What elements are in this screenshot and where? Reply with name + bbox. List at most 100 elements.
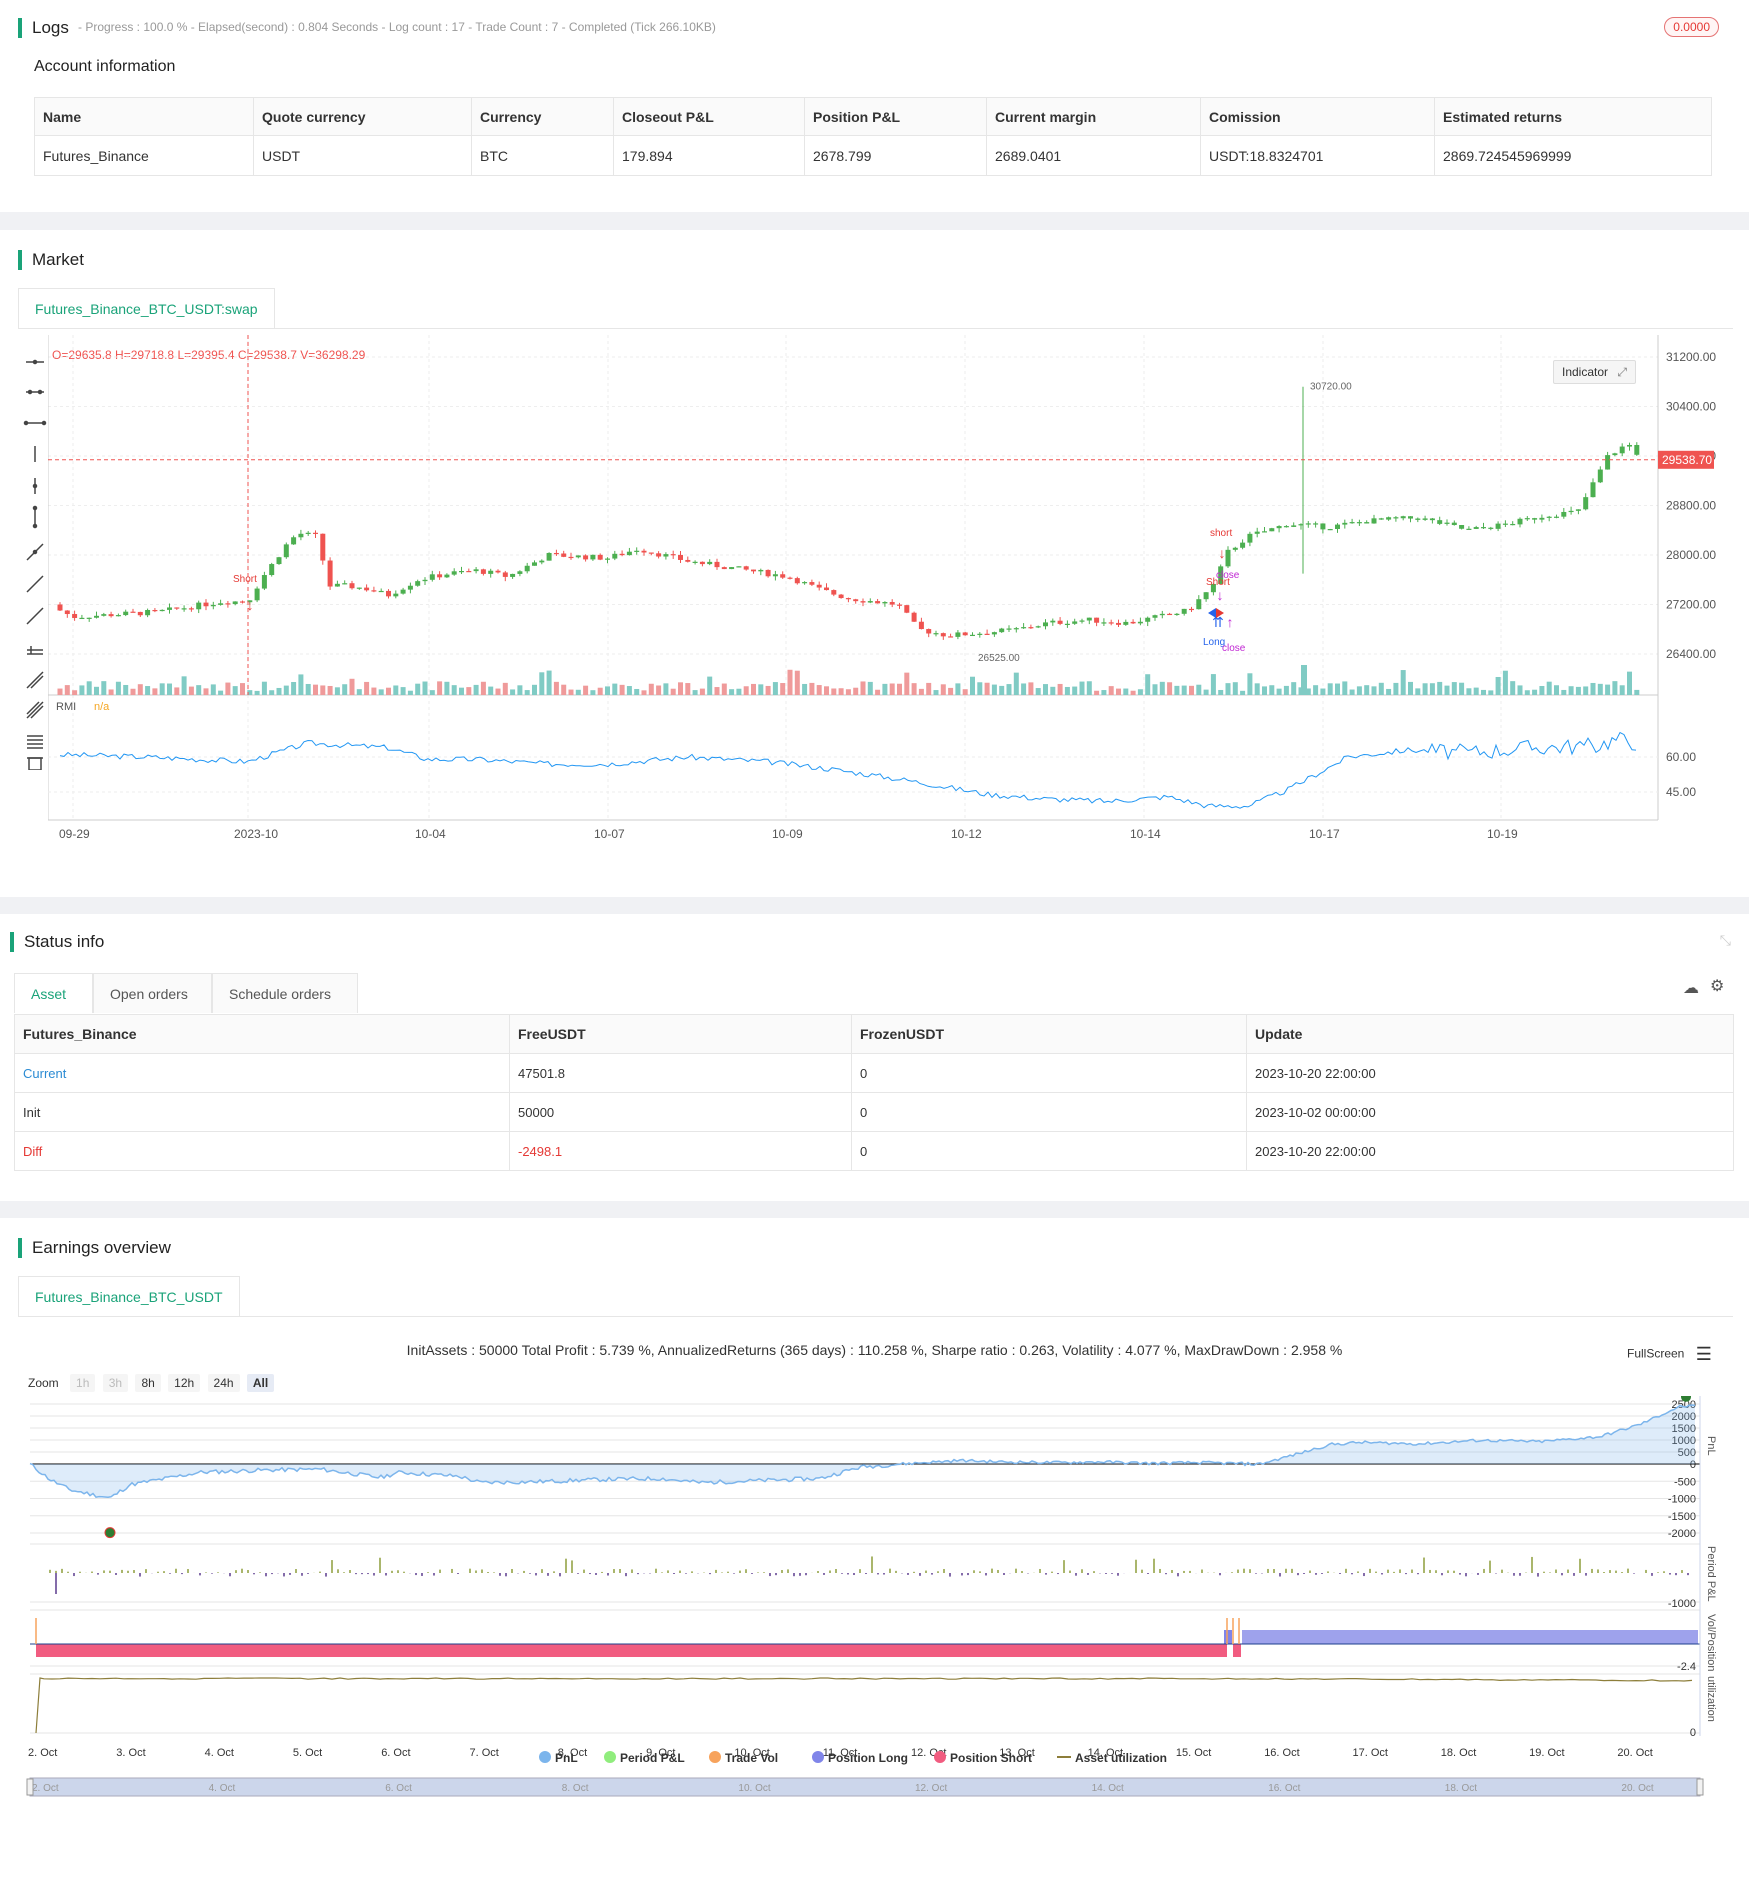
fullscreen-button[interactable]: FullScreen ☰ — [1627, 1344, 1712, 1365]
volume-bar — [904, 672, 910, 695]
candle-body — [626, 551, 632, 556]
volume-bar — [123, 684, 129, 695]
asset-cell: 2023-10-20 22:00:00 — [1246, 1131, 1734, 1171]
volume-bar — [1210, 674, 1216, 695]
navigator-label: 4. Oct — [209, 1783, 236, 1794]
volume-bar — [991, 684, 997, 695]
volume-bar — [269, 690, 275, 695]
volume-bar — [1590, 682, 1596, 695]
zoom-all-button[interactable]: All — [246, 1374, 275, 1392]
volume-bar — [553, 681, 559, 695]
volume-bar — [1086, 681, 1092, 695]
volume-bar — [276, 687, 282, 695]
candle-body — [802, 582, 808, 584]
volume-bar — [364, 681, 370, 695]
candle-body — [72, 614, 78, 618]
gear-icon[interactable]: ⚙ — [1710, 976, 1724, 996]
candle-body — [137, 611, 143, 616]
rmi-value: n/a — [94, 701, 110, 713]
candle-body — [218, 603, 224, 605]
signal-short-label: Short — [233, 574, 257, 585]
asset-cell: 0 — [851, 1053, 1247, 1093]
volume-bar — [1546, 681, 1552, 695]
volume-bar — [203, 688, 209, 695]
zoom-8h-button[interactable]: 8h — [135, 1374, 161, 1392]
volume-bar — [765, 685, 771, 695]
candle-body — [1568, 510, 1574, 513]
candle-body — [729, 567, 735, 570]
vol-tick-label: -2.4 — [1677, 1661, 1696, 1673]
time-tick-label: 7. Oct — [470, 1747, 499, 1759]
volume-bar — [225, 682, 231, 695]
drawing-tools-icons[interactable] — [22, 350, 48, 771]
volume-bar — [1561, 689, 1567, 695]
volume-bar — [583, 685, 589, 695]
candle-body — [911, 612, 917, 622]
menu-icon[interactable]: ☰ — [1696, 1344, 1712, 1364]
tab-earnings-symbol[interactable]: Futures_Binance_BTC_USDT — [18, 1276, 240, 1316]
time-tick-label: 10-07 — [594, 827, 625, 841]
candle-body — [1181, 608, 1187, 614]
candle-body — [824, 587, 829, 591]
volume-bar — [721, 683, 727, 695]
volume-bar — [196, 685, 202, 695]
collapse-icon[interactable]: ⤡ — [1720, 932, 1731, 949]
candle-body — [1364, 522, 1370, 524]
price-tick-label: 30400.00 — [1666, 400, 1716, 414]
candle-body — [1575, 509, 1581, 511]
volume-bar — [1116, 688, 1121, 695]
zoom-1h-button[interactable]: 1h — [70, 1374, 96, 1392]
rmi-tick-label: 45.00 — [1666, 785, 1696, 799]
tab-schedule-orders[interactable]: Schedule orders — [212, 973, 358, 1013]
volume-bar — [1356, 686, 1362, 695]
volume-bar — [772, 682, 778, 695]
candle-body — [488, 570, 494, 574]
volume-bar — [1269, 685, 1275, 695]
time-tick-label: 4. Oct — [205, 1747, 234, 1759]
asset-table: Futures_Binance FreeUSDT FrozenUSDT Upda… — [14, 1014, 1734, 1171]
earnings-chart[interactable]: 300025002000150010005000-500-1000-1500-2… — [0, 1396, 1749, 1896]
util-tick-label: 0 — [1690, 1727, 1696, 1739]
tab-market-symbol[interactable]: Futures_Binance_BTC_USDT:swap — [18, 288, 275, 328]
pnl-area — [30, 1405, 1695, 1498]
candle-body — [1495, 523, 1501, 529]
volume-bar — [232, 686, 238, 695]
candle-body — [1021, 627, 1027, 629]
volume-bar — [218, 690, 224, 695]
candle-body — [619, 553, 625, 556]
zoom-12h-button[interactable]: 12h — [168, 1374, 201, 1392]
candle-body — [94, 615, 99, 618]
navigator-label: 8. Oct — [562, 1783, 589, 1794]
volume-bar — [72, 690, 78, 695]
zoom-24h-button[interactable]: 24h — [207, 1374, 240, 1392]
volume-bar — [210, 684, 216, 695]
tab-asset[interactable]: Asset — [14, 973, 93, 1013]
volume-bar — [1291, 682, 1297, 695]
volume-bar — [334, 687, 340, 695]
legend-swatch — [539, 1751, 551, 1763]
candlestick-chart[interactable]: 31200.0030400.0029600.0028800.0028000.00… — [48, 335, 1748, 895]
candle-body — [1079, 620, 1085, 622]
legend-item: Position Short — [950, 1751, 1032, 1765]
pnl-panel-label: PnL — [1705, 1436, 1717, 1456]
candle-body — [809, 582, 815, 585]
logs-badge[interactable]: 0.0000 — [1664, 17, 1719, 37]
account-cell: 2869.724545969999 — [1434, 135, 1712, 176]
candle-body — [1283, 526, 1289, 528]
volume-bar — [283, 685, 289, 695]
volume-bar — [875, 689, 881, 695]
navigator-label: 10. Oct — [738, 1783, 770, 1794]
volume-bar — [1123, 688, 1129, 695]
tab-open-orders[interactable]: Open orders — [93, 973, 212, 1013]
zoom-3h-button[interactable]: 3h — [102, 1374, 129, 1392]
volume-bar — [108, 689, 114, 695]
candle-body — [188, 608, 194, 610]
volume-bar — [1021, 683, 1027, 695]
asset-cell: 0 — [851, 1092, 1247, 1132]
candle-body — [1291, 525, 1297, 527]
cloud-download-icon[interactable]: ☁ — [1683, 978, 1699, 998]
candle-body — [1028, 627, 1034, 629]
time-tick-label: 2. Oct — [28, 1747, 57, 1759]
candle-body — [1101, 622, 1107, 624]
candle-body — [758, 569, 764, 572]
